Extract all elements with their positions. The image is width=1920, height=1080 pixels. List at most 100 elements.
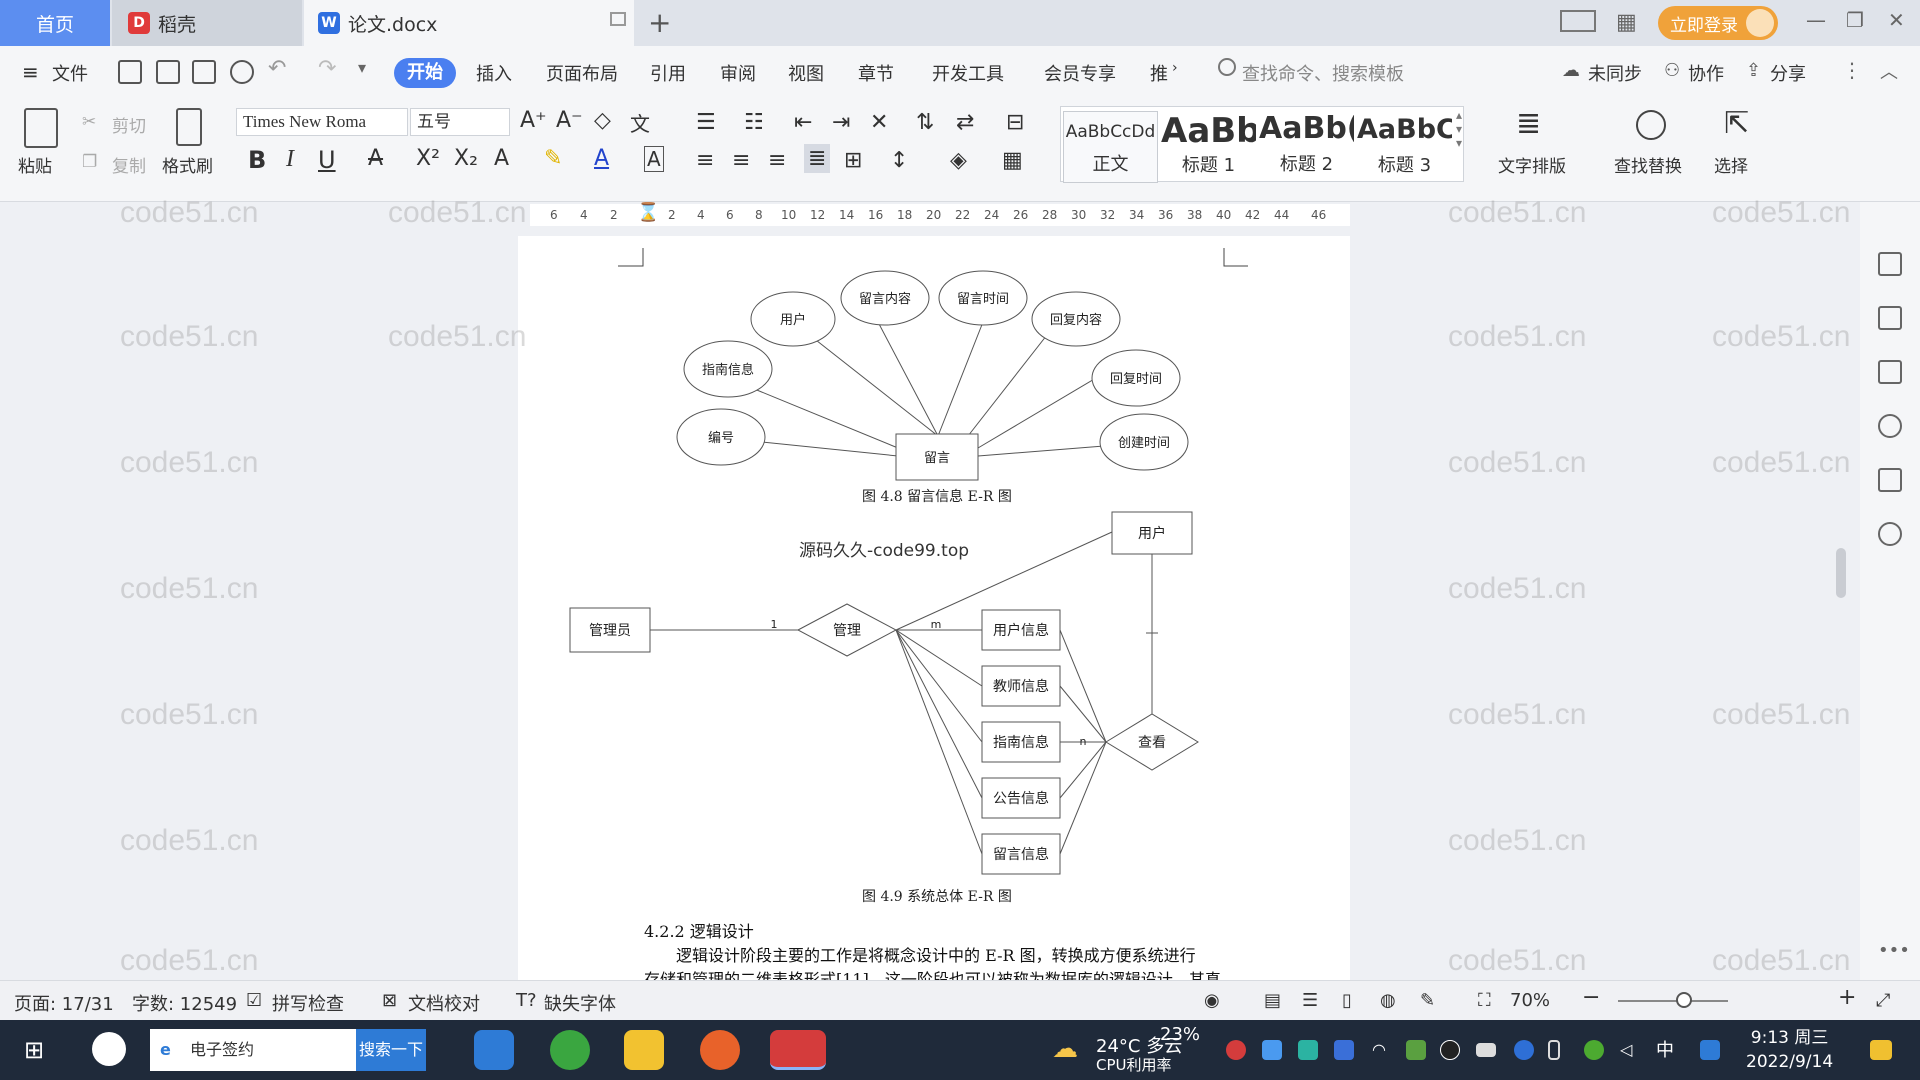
tab-home[interactable]: 首页 (0, 0, 110, 46)
bold-icon[interactable]: B (248, 146, 266, 174)
shrink-font-icon[interactable]: A⁻ (556, 108, 583, 133)
select-button[interactable]: 选择 (1714, 152, 1748, 177)
taskbar-search-input[interactable]: e 电子签约 (150, 1029, 356, 1071)
help-icon[interactable] (1878, 414, 1902, 438)
gallery-scroll-icon[interactable]: ▴ ▾ ▾ (1456, 108, 1462, 150)
chevron-down-icon[interactable]: ▾ (358, 58, 366, 77)
print-icon[interactable] (192, 60, 216, 84)
tab-daoke[interactable]: D 稻壳 (112, 0, 302, 46)
underline-icon[interactable]: U (318, 146, 336, 174)
login-button[interactable]: 立即登录 (1658, 6, 1778, 40)
app-icon[interactable] (700, 1030, 740, 1070)
char-border-icon[interactable]: A (644, 146, 664, 172)
grow-font-icon[interactable]: A⁺ (520, 108, 547, 133)
command-search-input[interactable]: 查找命令、搜索模板 (1242, 60, 1404, 86)
vertical-scrollbar[interactable] (1834, 228, 1848, 968)
indent-icon[interactable]: ⇥ (832, 110, 850, 135)
notification-icon[interactable] (1870, 1040, 1892, 1060)
tray-app-icon[interactable] (1298, 1040, 1318, 1060)
outline-view-icon[interactable]: ☰ (1302, 990, 1318, 1011)
bullet-list-icon[interactable]: ☰ (696, 110, 716, 135)
wifi-icon[interactable]: ◠ (1372, 1040, 1392, 1060)
web-view-icon[interactable]: ◍ (1380, 990, 1396, 1011)
distribute-icon[interactable]: ⊞ (844, 148, 862, 173)
outdent-icon[interactable]: ⇤ (794, 110, 812, 135)
borders-icon[interactable]: ▦ (1002, 148, 1023, 173)
chevron-right-icon[interactable]: › (1172, 60, 1178, 76)
clear-format-icon[interactable]: ◇ (594, 108, 611, 133)
paste-icon[interactable] (24, 108, 58, 148)
menu-member[interactable]: 会员专享 (1044, 60, 1116, 86)
word-count[interactable]: 字数: 12549 (132, 990, 237, 1016)
print-preview-icon[interactable] (230, 60, 254, 84)
browser-360-icon[interactable] (550, 1030, 590, 1070)
format-painter-button[interactable]: 格式刷 (162, 152, 213, 177)
phonetic-icon[interactable]: 文 (630, 108, 650, 137)
highlight-icon[interactable]: ✎ (544, 146, 562, 171)
shield-icon[interactable] (1334, 1040, 1354, 1060)
paragraph-direction-icon[interactable]: ⇄ (956, 110, 974, 135)
document-page[interactable]: 用户 留言内容 留言时间 回复内容 指南信息 回复时间 编号 创建时间 留言 管… (518, 236, 1350, 980)
paste-button[interactable]: 粘贴 (18, 152, 52, 177)
tab-document[interactable]: W 论文.docx (304, 0, 634, 46)
menu-file[interactable]: 文件 (52, 60, 88, 86)
strikethrough-icon[interactable]: A (368, 146, 383, 171)
grid-icon[interactable]: ▦ (1616, 10, 1637, 35)
align-left-icon[interactable]: ≡ (696, 148, 714, 173)
zoom-in-icon[interactable]: + (1838, 985, 1856, 1010)
page-view-icon[interactable]: ▤ (1264, 990, 1281, 1011)
fit-page-icon[interactable]: ⛶ (1478, 990, 1491, 1011)
menu-references[interactable]: 引用 (650, 60, 686, 86)
find-replace-button[interactable]: 查找替换 (1614, 152, 1682, 177)
hamburger-icon[interactable]: ≡ (22, 60, 39, 84)
chinese-layout-icon[interactable]: ✕ (870, 110, 888, 135)
image-icon[interactable] (1878, 468, 1902, 492)
indent-marker-icon[interactable]: ⌛ (637, 202, 659, 223)
zoom-level[interactable]: 70% (1510, 990, 1550, 1011)
cursor-icon[interactable] (1878, 306, 1902, 330)
more-icon[interactable]: ••• (1878, 940, 1910, 961)
restore-icon[interactable]: ❐ (1846, 8, 1864, 32)
more-icon[interactable]: ⋮ (1842, 58, 1862, 82)
taskbar-search-button[interactable]: 搜索一下 (356, 1029, 426, 1071)
menu-review[interactable]: 审阅 (720, 60, 756, 86)
clock[interactable]: 9:13 周三 2022/9/14 (1746, 1026, 1833, 1074)
page-indicator[interactable]: 页面: 17/31 (14, 990, 114, 1016)
ime-indicator[interactable]: 中 (1656, 1036, 1674, 1062)
line-spacing-icon[interactable]: ↕ (890, 148, 908, 173)
zoom-slider[interactable] (1618, 1000, 1728, 1002)
cut-button[interactable]: 剪切 (112, 112, 146, 137)
undo-icon[interactable]: ↶ (268, 56, 286, 81)
gpu-icon[interactable] (1406, 1040, 1426, 1060)
tray-app-icon[interactable] (1584, 1040, 1604, 1060)
layout-icon[interactable] (1560, 10, 1596, 32)
monitor-icon[interactable] (610, 12, 626, 26)
redo-icon[interactable]: ↷ (318, 56, 336, 81)
pen-icon[interactable] (1878, 252, 1902, 276)
font-name-select[interactable]: Times New Roma (236, 108, 408, 136)
menu-insert[interactable]: 插入 (476, 60, 512, 86)
usb-icon[interactable] (1548, 1040, 1560, 1060)
tab-stops-icon[interactable]: ⊟ (1006, 110, 1024, 135)
input-method-icon[interactable] (1700, 1040, 1720, 1060)
text-effect-icon[interactable]: A (494, 146, 509, 171)
subscript-icon[interactable]: X₂ (454, 146, 478, 171)
collab-button[interactable]: 协作 (1688, 60, 1724, 86)
menu-chapter[interactable]: 章节 (858, 60, 894, 86)
tray-app-icon[interactable] (1262, 1040, 1282, 1060)
taskbar-app-icon[interactable] (92, 1032, 126, 1066)
export-pdf-icon[interactable] (156, 60, 180, 84)
tray-app-icon[interactable] (1226, 1040, 1246, 1060)
style-heading-1[interactable]: AaBb 标题 1 (1161, 111, 1256, 183)
wps-office-icon[interactable] (770, 1030, 826, 1070)
close-icon[interactable]: ✕ (1888, 8, 1905, 32)
windows-start-icon[interactable]: ⊞ (24, 1036, 44, 1064)
write-view-icon[interactable]: ✎ (1420, 990, 1435, 1011)
compass-icon[interactable] (1878, 522, 1902, 546)
battery-icon[interactable] (1476, 1043, 1496, 1057)
reading-view-icon[interactable]: ▯ (1342, 990, 1352, 1011)
font-size-select[interactable]: 五号 (410, 108, 510, 136)
font-color-icon[interactable]: A (594, 146, 609, 171)
text-layout-button[interactable]: 文字排版 (1498, 152, 1566, 177)
copy-button[interactable]: 复制 (112, 152, 146, 177)
